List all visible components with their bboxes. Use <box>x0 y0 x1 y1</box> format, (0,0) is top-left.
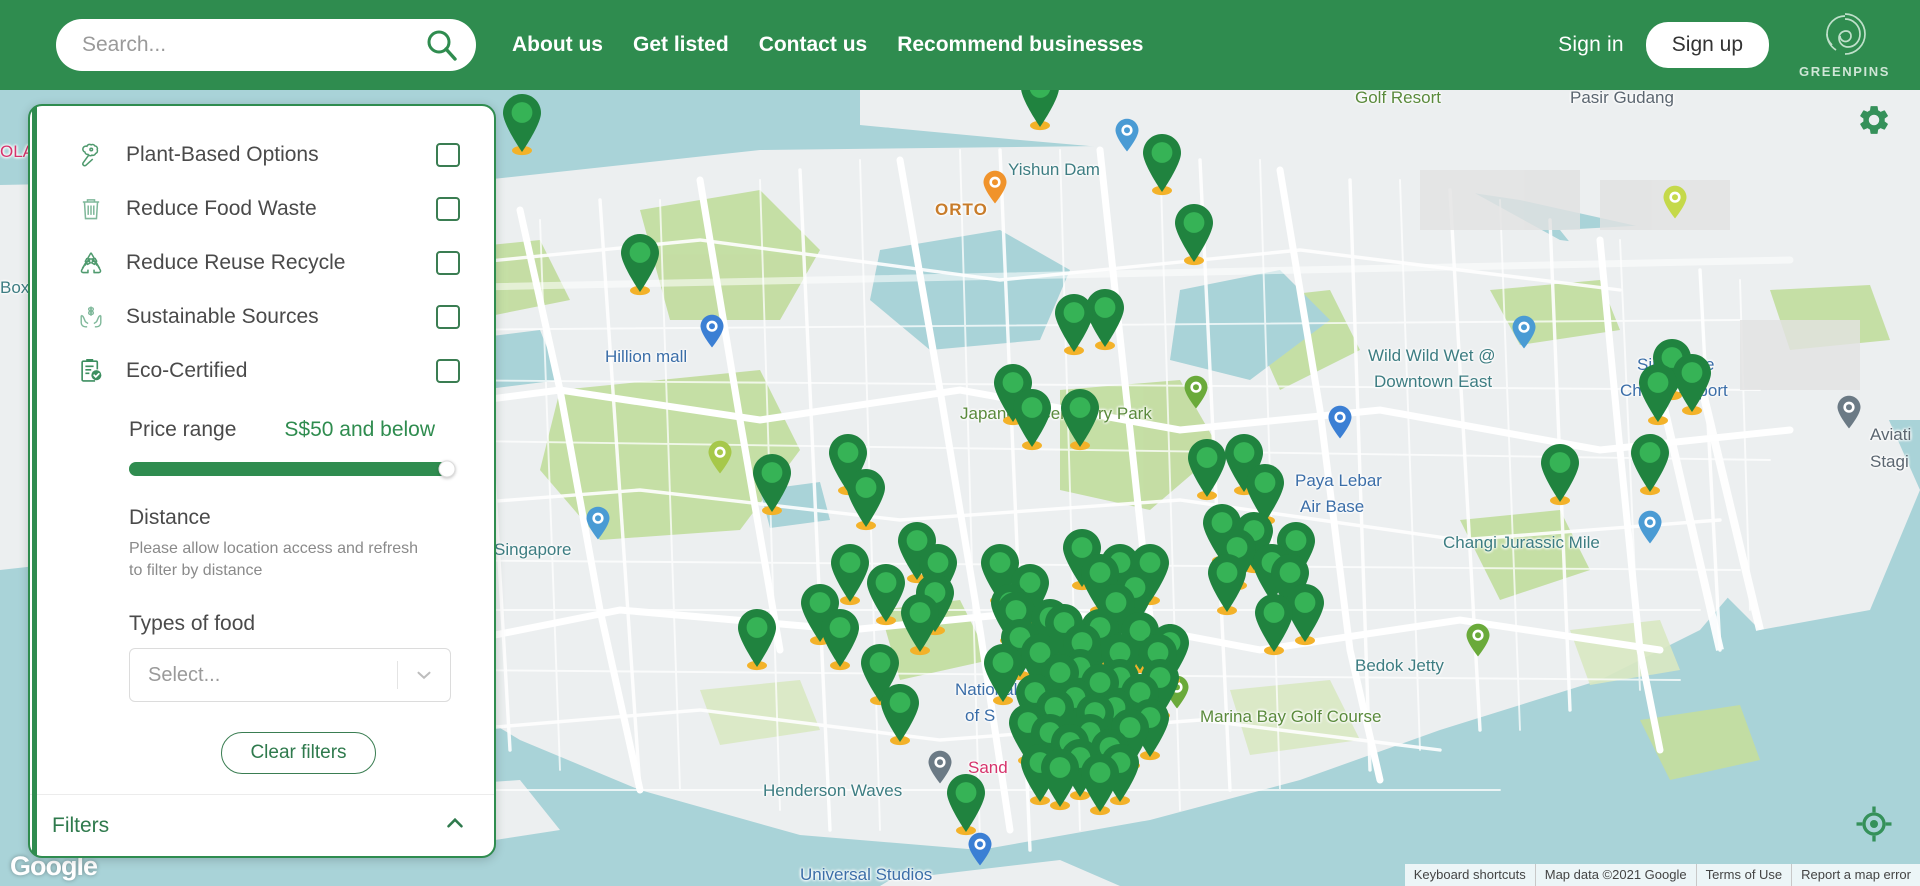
brand-name: GREENPINS <box>1799 64 1890 79</box>
sign-in-link[interactable]: Sign in <box>1558 33 1624 57</box>
price-range-slider-thumb[interactable] <box>438 460 456 478</box>
trash-bin-icon <box>76 194 106 224</box>
sign-up-button[interactable]: Sign up <box>1645 22 1770 68</box>
filter-checkbox-eco-certified[interactable] <box>436 359 460 383</box>
chevron-down-icon[interactable] <box>398 664 450 686</box>
filter-option-label: Sustainable Sources <box>126 305 319 328</box>
search-bar[interactable] <box>56 19 476 71</box>
filter-checkbox-plant-based-options[interactable] <box>436 143 460 167</box>
attrib-keyboard-shortcuts[interactable]: Keyboard shortcuts <box>1405 864 1535 886</box>
price-range-label: Price range <box>129 418 237 441</box>
filter-option-label: Eco-Certified <box>126 359 248 382</box>
page-root: About us Get listed Contact us Recommend… <box>0 0 1920 886</box>
filter-panel-body: Plant-Based Options Reduce Food Waste Re… <box>30 106 494 794</box>
attrib-report-error[interactable]: Report a map error <box>1791 864 1920 886</box>
filter-checkbox-sustainable-sources[interactable] <box>436 305 460 329</box>
filter-option-label: Reduce Food Waste <box>126 197 317 220</box>
nav-item-about-us[interactable]: About us <box>512 33 603 57</box>
filter-option-plant-based-options[interactable]: Plant-Based Options <box>30 128 494 182</box>
price-range-slider-fill <box>129 462 447 476</box>
types-of-food-select-value: Select... <box>148 663 221 686</box>
types-of-food-select[interactable]: Select... <box>129 648 451 703</box>
attrib-terms-of-use[interactable]: Terms of Use <box>1695 864 1792 886</box>
filter-option-eco-certified[interactable]: Eco-Certified <box>30 344 494 398</box>
map-attribution: Keyboard shortcuts Map data ©2021 Google… <box>1404 864 1920 886</box>
filter-option-label: Plant-Based Options <box>126 143 319 166</box>
nav-item-get-listed[interactable]: Get listed <box>633 33 729 57</box>
search-icon[interactable] <box>422 25 462 65</box>
certificate-check-icon <box>76 356 106 386</box>
site-header: About us Get listed Contact us Recommend… <box>0 0 1920 90</box>
recycle-icon <box>76 248 106 278</box>
filter-checkbox-reduce-food-waste[interactable] <box>436 197 460 221</box>
filter-checkbox-reduce-reuse-recycle[interactable] <box>436 251 460 275</box>
filter-panel: Plant-Based Options Reduce Food Waste Re… <box>28 104 496 859</box>
distance-note: Please allow location access and refresh… <box>129 540 419 580</box>
filter-option-reduce-reuse-recycle[interactable]: Reduce Reuse Recycle <box>30 236 494 290</box>
price-range-value: S$50 and below <box>284 418 436 441</box>
nav-item-contact-us[interactable]: Contact us <box>759 33 868 57</box>
my-location-icon[interactable] <box>1854 804 1894 844</box>
filters-toggle-footer[interactable]: Filters <box>30 794 494 856</box>
filter-option-reduce-food-waste[interactable]: Reduce Food Waste <box>30 182 494 236</box>
brand-logo[interactable]: GREENPINS <box>1799 11 1890 79</box>
broccoli-icon <box>76 140 106 170</box>
distance-label: Distance <box>129 506 211 529</box>
price-range-slider[interactable] <box>129 460 456 478</box>
filter-option-sustainable-sources[interactable]: Sustainable Sources <box>30 290 494 344</box>
price-range-header: Price range S$50 and below <box>129 418 460 442</box>
filter-panel-scrollbar[interactable] <box>32 106 37 857</box>
filter-sections: Price range S$50 and below Distance Plea… <box>30 418 494 775</box>
chevron-up-icon[interactable] <box>442 810 468 841</box>
hands-wheat-icon <box>76 302 106 332</box>
gear-icon[interactable] <box>1856 102 1892 138</box>
clear-filters-button[interactable]: Clear filters <box>221 732 376 775</box>
attrib-map-data: Map data ©2021 Google <box>1534 864 1696 886</box>
clear-filters-row: Clear filters <box>129 732 460 775</box>
types-of-food-label: Types of food <box>129 612 256 636</box>
nav-item-recommend-businesses[interactable]: Recommend businesses <box>897 33 1143 57</box>
filters-footer-label: Filters <box>52 813 110 837</box>
search-input[interactable] <box>82 19 420 71</box>
main-nav: About us Get listed Contact us Recommend… <box>512 33 1143 57</box>
filter-option-label: Reduce Reuse Recycle <box>126 251 346 274</box>
header-actions: Sign in Sign up GREENPINS <box>1558 11 1890 79</box>
fingerprint-logo-icon <box>1822 11 1868 62</box>
